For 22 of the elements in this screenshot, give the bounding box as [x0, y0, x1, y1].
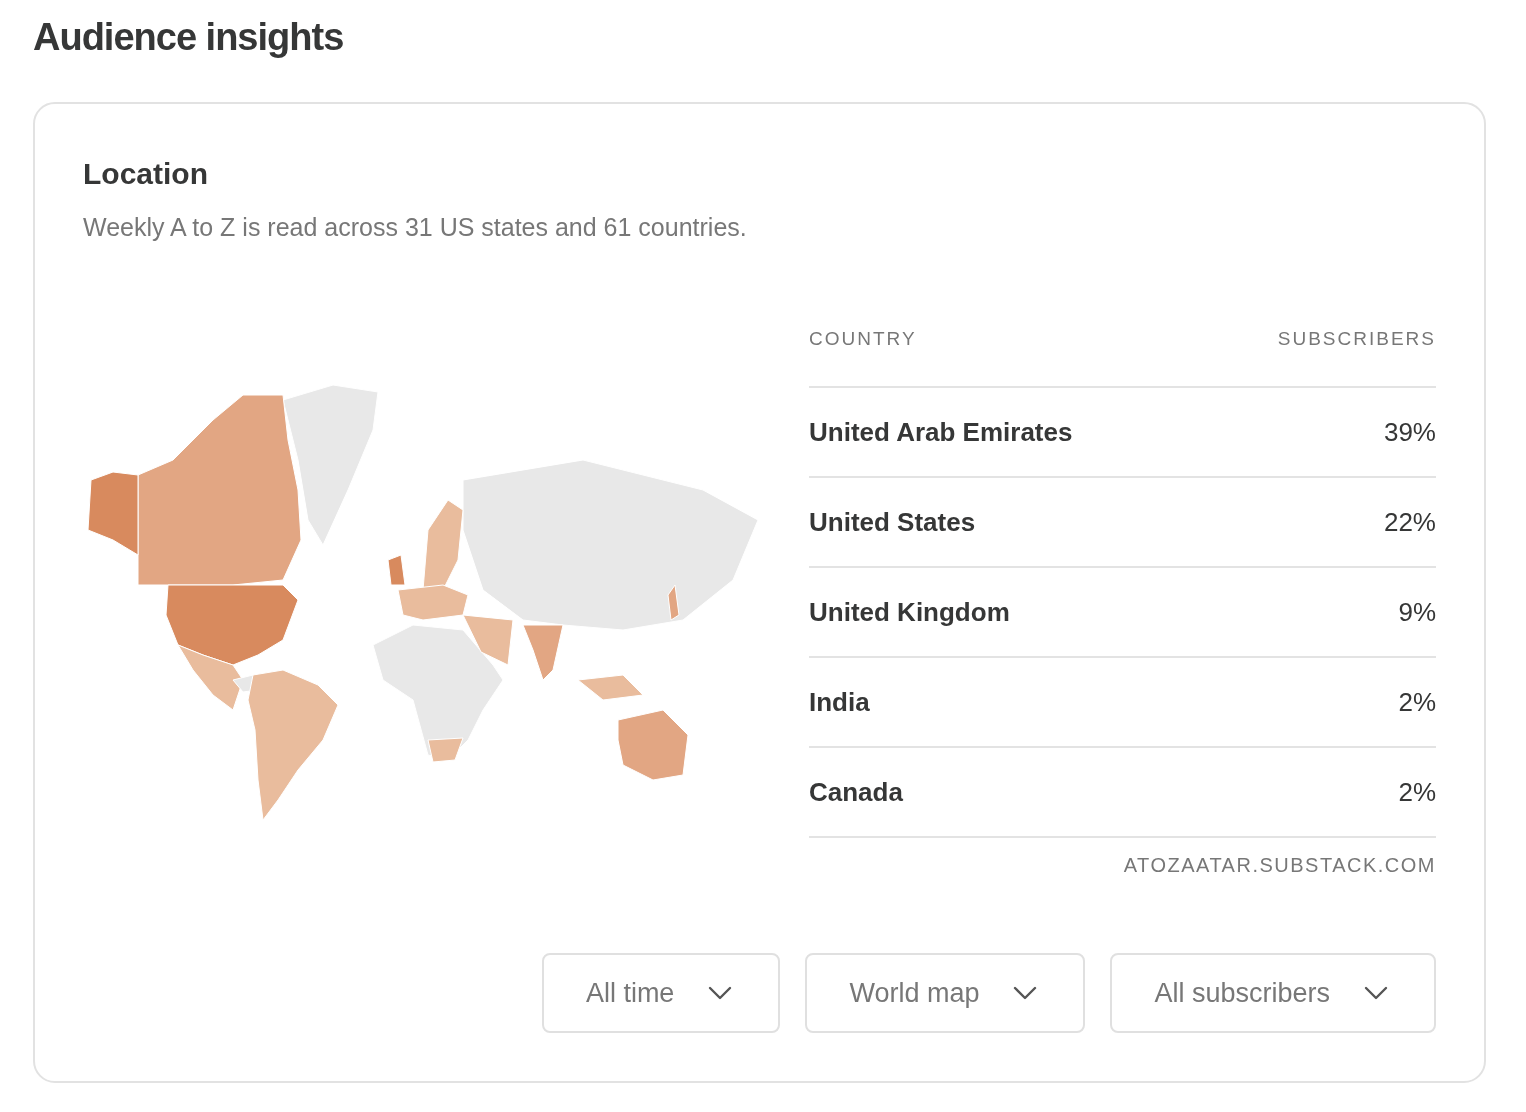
subscriber-share: 9% — [1398, 596, 1436, 628]
column-header: SUBSCRIBERS — [1277, 328, 1436, 350]
dropdown-button[interactable]: All time — [541, 953, 781, 1033]
country-name: United Arab Emirates — [809, 416, 1073, 448]
country-name: Canada — [809, 776, 903, 808]
subscriber-share: 22% — [1383, 506, 1436, 538]
chevron-down-icon — [1364, 986, 1388, 1000]
section-title: Location — [83, 156, 209, 192]
subscriber-share: 2% — [1398, 686, 1436, 718]
dropdown-button[interactable]: World map — [805, 953, 1086, 1033]
site-url: ATOZAATAR.SUBSTACK.COM — [1123, 854, 1436, 877]
section-description: Weekly A to Z is read across 31 US states and 61 countries. — [83, 212, 748, 243]
subscriber-share: 2% — [1398, 776, 1436, 808]
subscriber-share: 39% — [1383, 416, 1436, 448]
chevron-down-icon — [1013, 986, 1038, 1000]
country-name: United States — [809, 506, 976, 538]
page-title: Audience insights — [33, 15, 345, 60]
chevron-down-icon — [708, 986, 733, 1000]
country-name: United Kingdom — [809, 596, 1010, 628]
dropdown-button[interactable]: All subscribers — [1110, 953, 1436, 1033]
column-header: COUNTRY — [809, 328, 917, 350]
country-name: India — [809, 686, 870, 718]
